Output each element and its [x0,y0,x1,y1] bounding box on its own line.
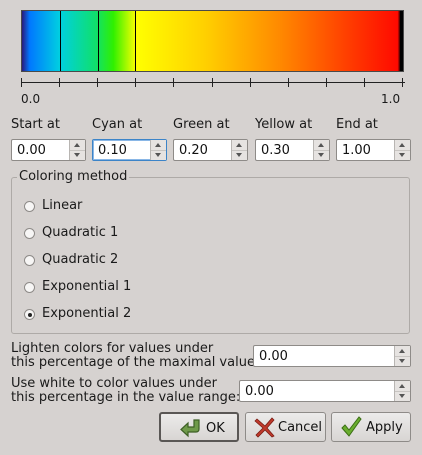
coloring-method-title: Coloring method [17,169,130,184]
cyan-at-input[interactable] [93,140,151,160]
ruler-tick [21,78,22,87]
cyan-at-down-arrow-icon[interactable] [151,150,166,160]
lighten-label-line-1: Lighten colors for values under [11,341,214,356]
ruler-tick [326,78,327,87]
apply-button-label: Apply [366,420,403,435]
radio-quadratic-1-label: Quadratic 1 [42,225,119,240]
cyan-at-label: Cyan at [92,117,143,132]
white-label-line-1: Use white to color values under [11,376,217,391]
end-at-down-arrow-icon[interactable] [395,150,410,160]
gradient-marker[interactable] [98,11,99,71]
ruler-tick [135,78,136,87]
lighten-down-arrow-icon[interactable] [395,356,410,366]
white-input[interactable] [240,381,395,401]
white-spinbox[interactable] [239,380,411,402]
green-at-input[interactable] [174,140,232,160]
ruler-tick [364,78,365,87]
cancel-button[interactable]: Cancel [245,412,326,442]
cyan-at-spinbox[interactable] [92,139,167,161]
start-at-spinbox[interactable] [11,139,86,161]
start-at-label: Start at [11,117,60,132]
yellow-at-input[interactable] [256,140,314,160]
apply-check-icon [340,416,362,442]
cancel-x-icon [254,416,276,442]
end-at-label: End at [336,117,378,132]
ruler-tick [212,78,213,87]
start-at-down-arrow-icon[interactable] [70,150,85,160]
start-at-input[interactable] [12,140,70,160]
apply-button[interactable]: Apply [331,412,411,442]
lighten-spinbox[interactable] [253,345,411,367]
lighten-input[interactable] [254,346,395,366]
white-label: Use white to color values under this per… [11,377,240,405]
radio-exponential-1-indicator[interactable] [24,282,35,293]
radio-quadratic-2-indicator[interactable] [24,255,35,266]
gradient-marker[interactable] [60,11,61,71]
cancel-button-label: Cancel [278,420,323,435]
ok-arrow-icon [179,417,203,443]
yellow-at-spinbox[interactable] [255,139,330,161]
lighten-label-line-2: this percentage of the maximal value: [11,355,260,370]
ruler-tick [288,78,289,87]
radio-linear-label: Linear [42,198,83,213]
ruler-max-label: 1.0 [381,92,401,106]
ruler-tick [250,78,251,87]
ok-button-label: OK [206,421,225,436]
ruler-tick [173,78,174,87]
yellow-at-down-arrow-icon[interactable] [314,150,329,160]
green-at-spinbox[interactable] [173,139,248,161]
end-at-spinbox[interactable] [336,139,411,161]
ruler-tick [402,78,403,87]
radio-quadratic-1-indicator[interactable] [24,228,35,239]
radio-exponential-2-label: Exponential 2 [42,306,132,321]
ok-button[interactable]: OK [159,412,239,442]
gradient-end-cap [400,11,403,71]
gradient-preview [21,10,404,72]
ruler-tick [59,78,60,87]
white-down-arrow-icon[interactable] [395,391,410,401]
white-label-line-2: this percentage in the value range: [11,390,241,405]
gradient-ruler [21,78,405,88]
yellow-at-label: Yellow at [255,117,313,132]
green-at-down-arrow-icon[interactable] [232,150,247,160]
end-at-input[interactable] [337,140,395,160]
ruler-min-label: 0.0 [21,92,41,106]
radio-linear-indicator[interactable] [24,201,35,212]
gradient-marker[interactable] [135,11,136,71]
radio-quadratic-2-label: Quadratic 2 [42,252,119,267]
radio-exponential-1-label: Exponential 1 [42,279,132,294]
green-at-label: Green at [173,117,230,132]
ruler-tick [97,78,98,87]
lighten-label: Lighten colors for values under this per… [11,342,259,370]
radio-exponential-2-indicator[interactable] [24,309,35,320]
